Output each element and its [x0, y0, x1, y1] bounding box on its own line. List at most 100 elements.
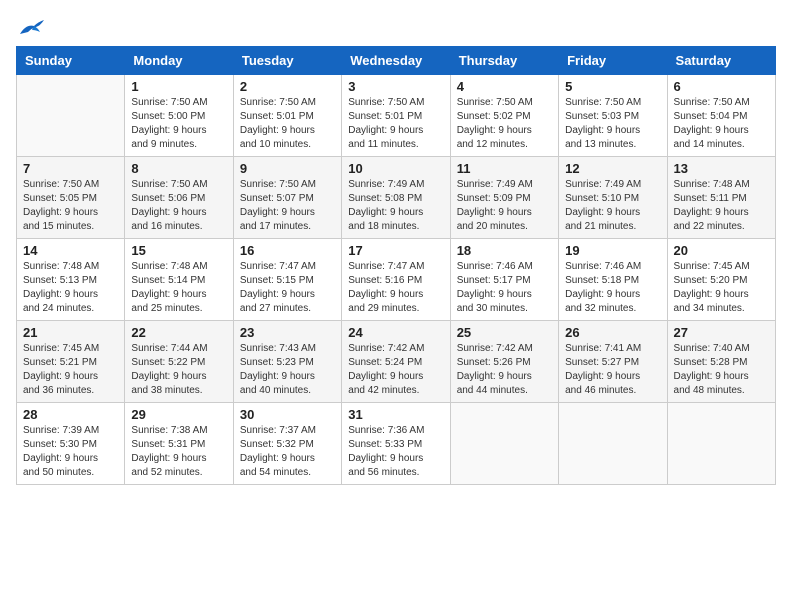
day-info: Sunrise: 7:41 AM Sunset: 5:27 PM Dayligh…	[565, 342, 660, 398]
day-info: Sunrise: 7:50 AM Sunset: 5:01 PM Dayligh…	[240, 96, 335, 152]
calendar-cell: 12 Sunrise: 7:49 AM Sunset: 5:10 PM Dayli…	[559, 157, 667, 239]
calendar-cell: 13Sunrise: 7:48 AM Sunset: 5:11 PM Dayli…	[667, 157, 775, 239]
calendar-table: SundayMondayTuesdayWednesdayThursdayFrid…	[16, 46, 776, 485]
day-number: 8	[131, 161, 226, 176]
day-number: 7	[23, 161, 118, 176]
calendar-day-header: Tuesday	[233, 47, 341, 75]
day-number: 3	[348, 79, 443, 94]
day-number: 13	[674, 161, 769, 176]
day-number: 21	[23, 325, 118, 340]
calendar-cell: 9Sunrise: 7:50 AM Sunset: 5:07 PM Daylig…	[233, 157, 341, 239]
day-info: Sunrise: 7:37 AM Sunset: 5:32 PM Dayligh…	[240, 424, 335, 480]
header	[16, 16, 776, 38]
day-number: 23	[240, 325, 335, 340]
day-number: 29	[131, 407, 226, 422]
calendar-cell: 3 Sunrise: 7:50 AM Sunset: 5:01 PM Daylig…	[342, 75, 450, 157]
day-number: 20	[674, 243, 769, 258]
calendar-day-header: Thursday	[450, 47, 558, 75]
calendar-cell: 2 Sunrise: 7:50 AM Sunset: 5:01 PM Daylig…	[233, 75, 341, 157]
day-number: 31	[348, 407, 443, 422]
day-number: 1	[131, 79, 226, 94]
day-info: Sunrise: 7:50 AM Sunset: 5:05 PM Dayligh…	[23, 178, 118, 234]
calendar-cell: 15 Sunrise: 7:48 AM Sunset: 5:14 PM Dayli…	[125, 239, 233, 321]
day-number: 5	[565, 79, 660, 94]
day-number: 27	[674, 325, 769, 340]
day-number: 2	[240, 79, 335, 94]
day-info: Sunrise: 7:45 AM Sunset: 5:20 PM Dayligh…	[674, 260, 769, 316]
day-info: Sunrise: 7:39 AM Sunset: 5:30 PM Dayligh…	[23, 424, 118, 480]
calendar-cell: 16 Sunrise: 7:47 AM Sunset: 5:15 PM Dayli…	[233, 239, 341, 321]
calendar-cell: 24Sunrise: 7:42 AM Sunset: 5:24 PM Dayli…	[342, 321, 450, 403]
day-info: Sunrise: 7:48 AM Sunset: 5:14 PM Dayligh…	[131, 260, 226, 316]
calendar-cell: 21 Sunrise: 7:45 AM Sunset: 5:21 PM Dayli…	[17, 321, 125, 403]
day-number: 15	[131, 243, 226, 258]
calendar-cell: 18 Sunrise: 7:46 AM Sunset: 5:17 PM Dayli…	[450, 239, 558, 321]
calendar-cell: 20 Sunrise: 7:45 AM Sunset: 5:20 PM Dayli…	[667, 239, 775, 321]
calendar-cell: 5Sunrise: 7:50 AM Sunset: 5:03 PM Daylig…	[559, 75, 667, 157]
calendar-cell	[450, 403, 558, 485]
calendar-day-header: Monday	[125, 47, 233, 75]
calendar-cell: 6 Sunrise: 7:50 AM Sunset: 5:04 PM Daylig…	[667, 75, 775, 157]
day-number: 4	[457, 79, 552, 94]
day-number: 24	[348, 325, 443, 340]
calendar-cell	[17, 75, 125, 157]
day-info: Sunrise: 7:49 AM Sunset: 5:09 PM Dayligh…	[457, 178, 552, 234]
calendar-cell	[559, 403, 667, 485]
logo-bird-icon	[18, 16, 46, 38]
day-number: 18	[457, 243, 552, 258]
day-info: Sunrise: 7:38 AM Sunset: 5:31 PM Dayligh…	[131, 424, 226, 480]
day-info: Sunrise: 7:48 AM Sunset: 5:13 PM Dayligh…	[23, 260, 118, 316]
calendar-cell: 17 Sunrise: 7:47 AM Sunset: 5:16 PM Dayli…	[342, 239, 450, 321]
calendar-cell: 25 Sunrise: 7:42 AM Sunset: 5:26 PM Dayli…	[450, 321, 558, 403]
day-number: 16	[240, 243, 335, 258]
day-number: 19	[565, 243, 660, 258]
calendar-cell: 23 Sunrise: 7:43 AM Sunset: 5:23 PM Dayli…	[233, 321, 341, 403]
day-info: Sunrise: 7:36 AM Sunset: 5:33 PM Dayligh…	[348, 424, 443, 480]
day-info: Sunrise: 7:50 AM Sunset: 5:00 PM Dayligh…	[131, 96, 226, 152]
calendar-cell: 28 Sunrise: 7:39 AM Sunset: 5:30 PM Dayli…	[17, 403, 125, 485]
day-info: Sunrise: 7:47 AM Sunset: 5:15 PM Dayligh…	[240, 260, 335, 316]
calendar-cell: 27 Sunrise: 7:40 AM Sunset: 5:28 PM Dayli…	[667, 321, 775, 403]
day-info: Sunrise: 7:50 AM Sunset: 5:07 PM Dayligh…	[240, 178, 335, 234]
day-info: Sunrise: 7:50 AM Sunset: 5:04 PM Dayligh…	[674, 96, 769, 152]
day-info: Sunrise: 7:45 AM Sunset: 5:21 PM Dayligh…	[23, 342, 118, 398]
calendar-cell: 14 Sunrise: 7:48 AM Sunset: 5:13 PM Dayli…	[17, 239, 125, 321]
calendar-cell: 10 Sunrise: 7:49 AM Sunset: 5:08 PM Dayli…	[342, 157, 450, 239]
day-info: Sunrise: 7:40 AM Sunset: 5:28 PM Dayligh…	[674, 342, 769, 398]
calendar-cell: 30Sunrise: 7:37 AM Sunset: 5:32 PM Dayli…	[233, 403, 341, 485]
day-info: Sunrise: 7:50 AM Sunset: 5:01 PM Dayligh…	[348, 96, 443, 152]
day-info: Sunrise: 7:46 AM Sunset: 5:18 PM Dayligh…	[565, 260, 660, 316]
calendar-cell: 1 Sunrise: 7:50 AM Sunset: 5:00 PM Daylig…	[125, 75, 233, 157]
day-info: Sunrise: 7:44 AM Sunset: 5:22 PM Dayligh…	[131, 342, 226, 398]
day-info: Sunrise: 7:50 AM Sunset: 5:02 PM Dayligh…	[457, 96, 552, 152]
day-info: Sunrise: 7:49 AM Sunset: 5:08 PM Dayligh…	[348, 178, 443, 234]
calendar-cell: 22 Sunrise: 7:44 AM Sunset: 5:22 PM Dayli…	[125, 321, 233, 403]
calendar-cell: 19 Sunrise: 7:46 AM Sunset: 5:18 PM Dayli…	[559, 239, 667, 321]
day-number: 28	[23, 407, 118, 422]
day-number: 12	[565, 161, 660, 176]
day-info: Sunrise: 7:46 AM Sunset: 5:17 PM Dayligh…	[457, 260, 552, 316]
day-number: 22	[131, 325, 226, 340]
day-info: Sunrise: 7:49 AM Sunset: 5:10 PM Dayligh…	[565, 178, 660, 234]
day-info: Sunrise: 7:50 AM Sunset: 5:06 PM Dayligh…	[131, 178, 226, 234]
calendar-cell: 4 Sunrise: 7:50 AM Sunset: 5:02 PM Daylig…	[450, 75, 558, 157]
calendar-cell: 7 Sunrise: 7:50 AM Sunset: 5:05 PM Daylig…	[17, 157, 125, 239]
day-number: 6	[674, 79, 769, 94]
calendar-cell: 11Sunrise: 7:49 AM Sunset: 5:09 PM Dayli…	[450, 157, 558, 239]
calendar-header-row: SundayMondayTuesdayWednesdayThursdayFrid…	[17, 47, 776, 75]
calendar-day-header: Friday	[559, 47, 667, 75]
day-number: 14	[23, 243, 118, 258]
calendar-cell: 31 Sunrise: 7:36 AM Sunset: 5:33 PM Dayli…	[342, 403, 450, 485]
day-number: 26	[565, 325, 660, 340]
day-number: 10	[348, 161, 443, 176]
day-number: 25	[457, 325, 552, 340]
day-info: Sunrise: 7:42 AM Sunset: 5:26 PM Dayligh…	[457, 342, 552, 398]
calendar-cell	[667, 403, 775, 485]
day-info: Sunrise: 7:43 AM Sunset: 5:23 PM Dayligh…	[240, 342, 335, 398]
calendar-day-header: Wednesday	[342, 47, 450, 75]
day-info: Sunrise: 7:47 AM Sunset: 5:16 PM Dayligh…	[348, 260, 443, 316]
calendar-cell: 29 Sunrise: 7:38 AM Sunset: 5:31 PM Dayli…	[125, 403, 233, 485]
calendar-day-header: Saturday	[667, 47, 775, 75]
logo	[16, 16, 46, 38]
day-number: 17	[348, 243, 443, 258]
